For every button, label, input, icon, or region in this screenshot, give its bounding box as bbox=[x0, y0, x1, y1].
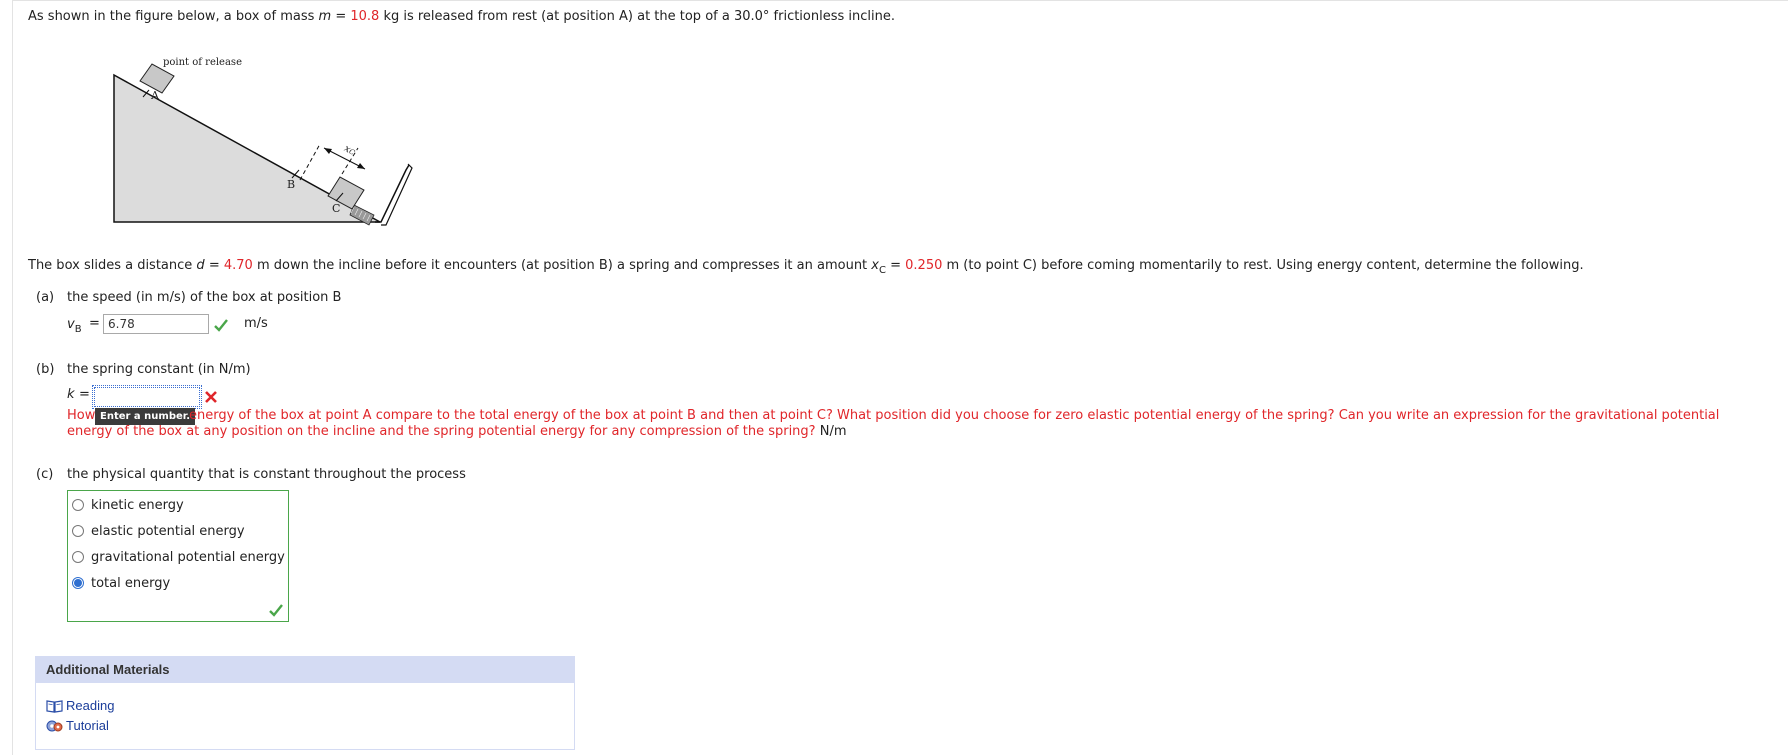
label-c: C bbox=[332, 202, 341, 215]
reading-link-label[interactable]: Reading bbox=[66, 698, 114, 713]
tutorial-link[interactable]: Tutorial bbox=[46, 718, 109, 733]
spring-wall bbox=[375, 164, 410, 223]
part-c-letter: (c) bbox=[36, 467, 54, 482]
green-check-icon bbox=[269, 604, 283, 617]
hint-line-1: How bbox=[67, 408, 96, 423]
energy-choice-group: kinetic energy elastic potential energy … bbox=[67, 490, 289, 622]
part-a-equals: = bbox=[89, 316, 100, 331]
spring-constant-input[interactable] bbox=[92, 385, 202, 409]
reading-link[interactable]: Reading bbox=[46, 698, 114, 713]
intro-suffix: kg is released from rest (at position A)… bbox=[379, 9, 895, 24]
d-value: 4.70 bbox=[223, 258, 253, 273]
hint-line-1-rest: energy of the box at point A compare to … bbox=[189, 408, 1720, 423]
x-subscript: C bbox=[879, 265, 886, 276]
left-border bbox=[12, 0, 13, 755]
radio-gravitational[interactable] bbox=[72, 551, 84, 563]
x-value: 0.250 bbox=[905, 258, 943, 273]
problem-intro: As shown in the figure below, a box of m… bbox=[28, 9, 895, 24]
gear-tutorial-icon bbox=[46, 720, 63, 731]
part-b-variable: k bbox=[67, 387, 75, 402]
part-a-variable: vB bbox=[67, 317, 82, 335]
top-border bbox=[12, 0, 1788, 1]
additional-materials-title: Additional Materials bbox=[36, 657, 574, 683]
intro-eq: = bbox=[331, 9, 351, 24]
speed-b-input[interactable] bbox=[103, 314, 209, 334]
description-part3: m (to point C) before coming momentarily… bbox=[942, 258, 1584, 273]
book-icon bbox=[46, 699, 63, 713]
guide-b bbox=[299, 143, 321, 181]
xc-arrow-right bbox=[357, 163, 365, 169]
incline-figure: point of release A B C xC bbox=[110, 50, 420, 230]
x-symbol: x bbox=[871, 258, 879, 273]
part-a-letter: (a) bbox=[36, 290, 55, 305]
hint-line-2: energy of the box at any position on the… bbox=[67, 424, 847, 439]
problem-description: The box slides a distance d = 4.70 m dow… bbox=[28, 258, 1584, 276]
radio-kinetic[interactable] bbox=[72, 499, 84, 511]
label-a: A bbox=[151, 89, 159, 102]
option-gravitational-potential-energy[interactable]: gravitational potential energy bbox=[72, 547, 285, 567]
green-check-icon bbox=[214, 319, 228, 332]
radio-total-selected[interactable] bbox=[72, 577, 84, 589]
mass-value: 10.8 bbox=[350, 9, 380, 24]
part-b-letter: (b) bbox=[36, 362, 55, 377]
option-elastic-potential-energy[interactable]: elastic potential energy bbox=[72, 521, 245, 541]
part-a-unit: m/s bbox=[244, 316, 268, 331]
label-b: B bbox=[287, 178, 296, 191]
d-symbol: d bbox=[196, 258, 205, 273]
point-of-release-label: point of release bbox=[163, 57, 242, 68]
tutorial-link-label[interactable]: Tutorial bbox=[66, 718, 109, 733]
option-kinetic-energy[interactable]: kinetic energy bbox=[72, 495, 184, 515]
option-label: kinetic energy bbox=[91, 497, 184, 513]
description-eq2: = bbox=[885, 258, 906, 273]
mass-symbol: m bbox=[318, 9, 332, 24]
description-eq1: = bbox=[204, 258, 224, 273]
incline-diagram bbox=[113, 63, 413, 226]
red-x-icon bbox=[205, 391, 217, 403]
option-label: gravitational potential energy bbox=[91, 549, 285, 565]
description-part1: The box slides a distance bbox=[28, 258, 197, 273]
enter-number-tooltip: Enter a number. bbox=[95, 408, 196, 425]
radio-elastic[interactable] bbox=[72, 525, 84, 537]
xc-arrow-left bbox=[324, 148, 332, 154]
option-total-energy[interactable]: total energy bbox=[72, 573, 170, 593]
spring-wall-outer bbox=[381, 163, 413, 226]
part-b-prompt: the spring constant (in N/m) bbox=[67, 362, 251, 377]
additional-materials-panel: Additional Materials Reading Tutorial bbox=[35, 656, 575, 750]
option-label: total energy bbox=[91, 575, 171, 591]
intro-prefix: As shown in the figure below, a box of m… bbox=[28, 9, 319, 24]
part-b-equals: = bbox=[79, 387, 90, 402]
part-a-prompt: the speed (in m/s) of the box at positio… bbox=[67, 290, 342, 305]
part-b-unit: N/m bbox=[819, 424, 847, 439]
option-label: elastic potential energy bbox=[91, 523, 245, 539]
part-c-prompt: the physical quantity that is constant t… bbox=[67, 467, 466, 482]
description-part2: m down the incline before it encounters … bbox=[252, 258, 872, 273]
